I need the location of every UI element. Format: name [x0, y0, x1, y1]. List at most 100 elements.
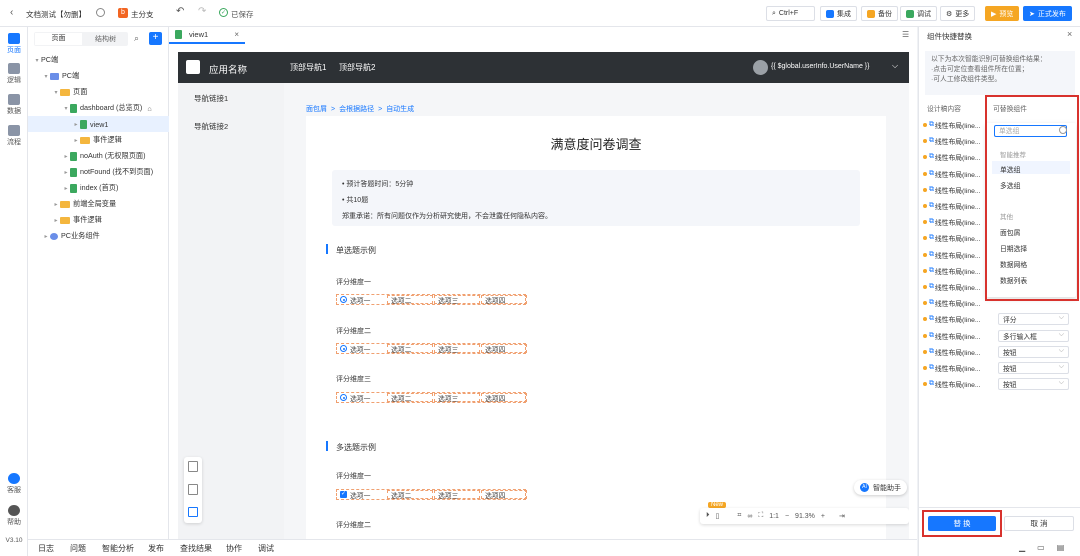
checkbox-option[interactable]: ✓ 选项一: [337, 490, 386, 500]
replace-row-label[interactable]: ⧉ 线性布局(line...: [923, 313, 981, 325]
publish-button[interactable]: ➤ 正式发布: [1023, 6, 1072, 21]
backup-button[interactable]: 备份: [861, 6, 898, 21]
tab-analysis[interactable]: 智能分析: [102, 543, 148, 554]
play-icon[interactable]: ⏵: [706, 512, 710, 520]
radio-option[interactable]: 选项四: [481, 393, 527, 403]
tree-node[interactable]: ▸ 事件逻辑: [28, 212, 169, 228]
checkbox-group[interactable]: ✓ 选项一 选项二 选项三 选项四: [336, 489, 527, 500]
rail-item-data[interactable]: 数据: [0, 94, 28, 116]
add-page-button[interactable]: +: [149, 32, 162, 45]
preview-button[interactable]: ▶ 预览: [985, 6, 1020, 21]
tree-node-selected[interactable]: ▸ view1: [28, 116, 169, 132]
tree-node[interactable]: ▾ PC端: [28, 52, 169, 68]
tab-structure[interactable]: 结构树: [83, 34, 128, 44]
radio-option[interactable]: 选项一: [337, 344, 386, 354]
replace-row-label[interactable]: ⧉ 线性布局(line...: [923, 346, 981, 358]
tree-node[interactable]: ▾ dashboard (总览页) ⌂: [28, 100, 169, 116]
replace-row-label[interactable]: ⧉ 线性布局(line...: [923, 362, 981, 374]
zoom-out-icon[interactable]: −: [785, 513, 789, 520]
tab-issues[interactable]: 问题: [70, 543, 102, 554]
tree-node[interactable]: ▸ 前端全局变量: [28, 196, 169, 212]
replace-select[interactable]: 多行输入框: [998, 329, 1069, 342]
close-icon[interactable]: ×: [234, 30, 239, 39]
tree-node[interactable]: ▸ PC业务组件: [28, 228, 169, 244]
radio-option[interactable]: 选项一: [337, 393, 386, 403]
replace-select[interactable]: 按钮: [998, 378, 1069, 391]
window-icon[interactable]: ▭: [1037, 543, 1045, 552]
checkbox-option[interactable]: 选项三: [434, 490, 480, 500]
side-nav-1[interactable]: 导航链接1: [194, 93, 228, 104]
tab-publish[interactable]: 发布: [148, 543, 180, 554]
replace-row-label[interactable]: ⧉ 线性布局(line...: [923, 135, 981, 147]
ratio-button[interactable]: 1:1: [769, 513, 779, 520]
collapse-icon[interactable]: ⇥: [839, 512, 845, 520]
replace-row-label[interactable]: ⧉ 线性布局(line...: [923, 378, 981, 390]
component-panel-icon[interactable]: [188, 507, 198, 517]
radio-option[interactable]: 选项二: [387, 393, 433, 403]
replace-row-label[interactable]: ⧉ 线性布局(line...: [923, 297, 981, 309]
radio-option[interactable]: 选项四: [481, 295, 527, 305]
checkbox-option[interactable]: 选项四: [481, 490, 527, 500]
layout-icon[interactable]: [188, 484, 198, 495]
branch-selector[interactable]: 主分支: [131, 9, 154, 20]
zoom-in-icon[interactable]: +: [821, 513, 825, 520]
rail-item-flow[interactable]: 流程: [0, 125, 28, 147]
radio-group[interactable]: 选项一 选项二 选项三 选项四: [336, 294, 527, 305]
replace-row-label[interactable]: ⧉ 线性布局(line...: [923, 168, 981, 180]
rail-item-page[interactable]: 页面: [0, 33, 28, 55]
top-nav-1[interactable]: 顶部导航1: [290, 62, 326, 73]
radio-option[interactable]: 选项三: [434, 393, 480, 403]
tab-page[interactable]: 页面: [35, 33, 82, 45]
replace-row-label[interactable]: ⧉ 线性布局(line...: [923, 249, 981, 261]
replace-row-label[interactable]: ⧉ 线性布局(line...: [923, 232, 981, 244]
replace-row-label[interactable]: ⧉ 线性布局(line...: [923, 265, 981, 277]
tab-collab[interactable]: 协作: [226, 543, 258, 554]
split-icon[interactable]: ▤: [1057, 543, 1065, 552]
avatar[interactable]: [753, 60, 768, 75]
radio-option[interactable]: 选项三: [434, 344, 480, 354]
device-icon[interactable]: ▯: [716, 512, 720, 520]
tree-node[interactable]: ▾ 页面: [28, 84, 169, 100]
undo-icon[interactable]: ↶: [176, 6, 184, 17]
replace-row-label[interactable]: ⧉ 线性布局(line...: [923, 200, 981, 212]
tab-log[interactable]: 日志: [38, 543, 70, 554]
fit-icon[interactable]: ⛶: [758, 512, 763, 520]
radio-option[interactable]: 选项二: [387, 295, 433, 305]
rail-item-logic[interactable]: 逻辑: [0, 63, 28, 85]
radio-option[interactable]: 选项四: [481, 344, 527, 354]
outline-icon[interactable]: [188, 461, 198, 472]
ai-assistant-button[interactable]: AI 智能助手: [854, 480, 907, 495]
replace-select[interactable]: 按钮: [998, 362, 1069, 374]
tree-node[interactable]: ▸ noAuth (无权限页面): [28, 148, 169, 164]
tree-node[interactable]: ▸ notFound (找不到页面): [28, 164, 169, 180]
replace-select[interactable]: 按钮: [998, 345, 1069, 358]
replace-row-label[interactable]: ⧉ 线性布局(line...: [923, 184, 981, 196]
replace-row-label[interactable]: ⧉ 线性布局(line...: [923, 330, 981, 342]
info-icon[interactable]: [96, 8, 105, 17]
editor-tab[interactable]: view1 ×: [169, 27, 245, 44]
tree-node[interactable]: ▾ PC端: [28, 68, 169, 84]
radio-option[interactable]: 选项二: [387, 344, 433, 354]
tab-debug[interactable]: 调试: [258, 543, 290, 554]
chevron-down-icon[interactable]: ⌵: [892, 61, 898, 71]
tree-node[interactable]: ▸ index (首页): [28, 180, 169, 196]
redo-icon[interactable]: ↷: [198, 6, 206, 17]
crop-icon[interactable]: ⌗: [737, 512, 741, 520]
search-icon[interactable]: ⌕: [134, 33, 139, 44]
radio-option[interactable]: 选项一: [337, 295, 386, 305]
radio-group[interactable]: 选项一 选项二 选项三 选项四: [336, 343, 527, 354]
list-icon[interactable]: ☰: [902, 30, 909, 39]
tab-search-results[interactable]: 查找结果: [180, 543, 226, 554]
integrate-button[interactable]: 集成: [820, 6, 857, 21]
link-icon[interactable]: ∞: [747, 513, 752, 520]
radio-option[interactable]: 选项三: [434, 295, 480, 305]
rail-item-help[interactable]: 帮助: [0, 505, 28, 527]
minimize-icon[interactable]: ▁: [1019, 543, 1025, 552]
more-button[interactable]: ⚙ 更多: [940, 6, 976, 21]
replace-row-label[interactable]: ⧉ 线性布局(line...: [923, 281, 981, 293]
side-nav-2[interactable]: 导航链接2: [194, 121, 228, 132]
radio-group[interactable]: 选项一 选项二 选项三 选项四: [336, 392, 527, 403]
close-icon[interactable]: ×: [1067, 29, 1072, 39]
top-nav-2[interactable]: 顶部导航2: [339, 62, 375, 73]
rail-item-service[interactable]: 客服: [0, 473, 28, 495]
